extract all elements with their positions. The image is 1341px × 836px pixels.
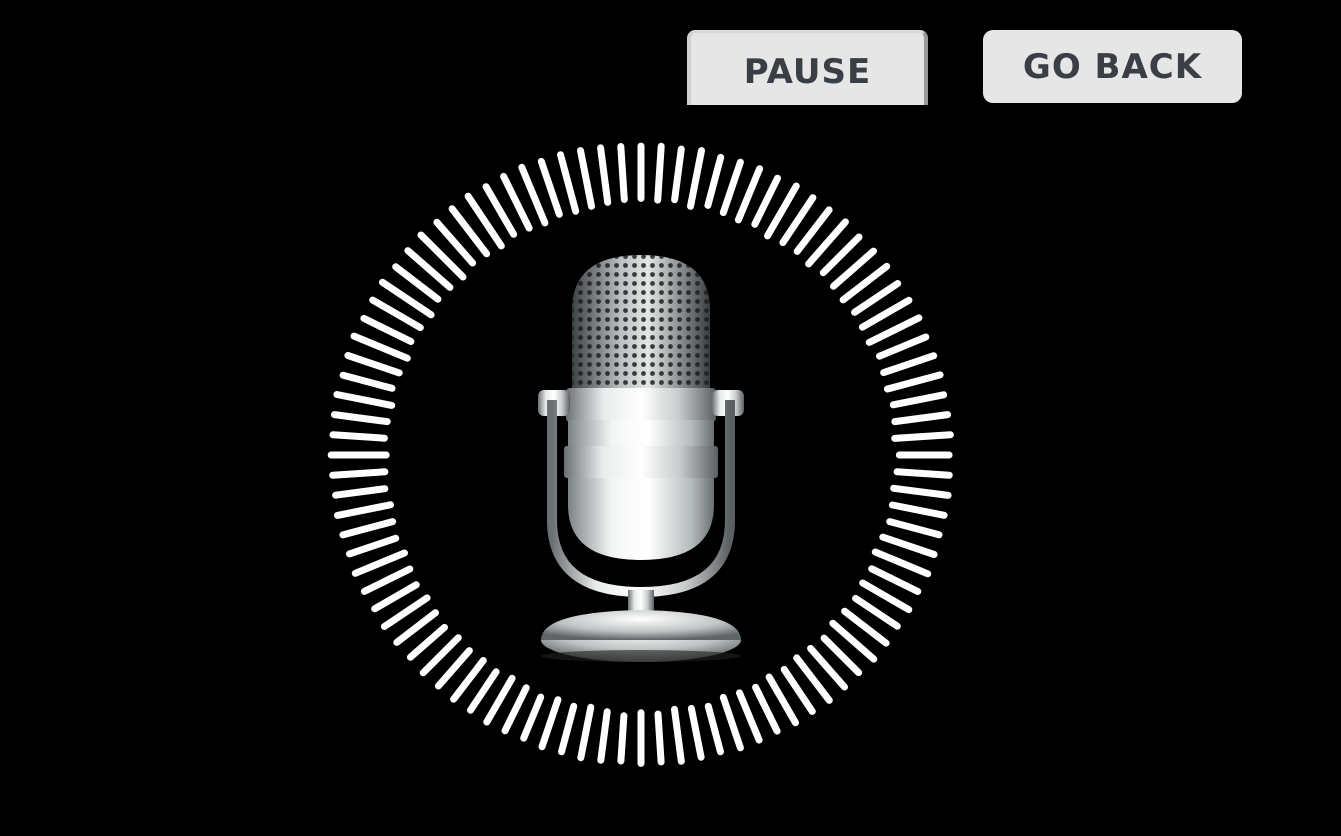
- visualizer-bar: [558, 702, 578, 756]
- visualizer-bar: [891, 431, 954, 442]
- visualizer-bar: [360, 565, 414, 595]
- visualizer-bar: [557, 151, 580, 215]
- visualizer-bar: [501, 684, 530, 735]
- visualizer-bar: [617, 143, 628, 203]
- visualizer-bar: [891, 411, 952, 426]
- visualizer-bar: [597, 708, 611, 764]
- recorder-screen: PAUSE GO BACK: [0, 0, 1341, 836]
- visualizer-bar: [734, 165, 764, 224]
- go-back-button[interactable]: GO BACK: [983, 30, 1242, 103]
- visualizer-bar: [871, 548, 932, 578]
- visualizer-bar: [339, 518, 397, 539]
- visualizer-bar: [330, 411, 391, 426]
- visualizer-bar: [719, 158, 744, 217]
- visualizer-bar: [883, 371, 944, 393]
- visualizer-bar: [879, 533, 938, 558]
- visualizer-bar: [329, 431, 388, 442]
- visualizer-bar: [346, 534, 400, 558]
- visualizer-bar: [654, 142, 665, 204]
- visualizer-bar: [351, 549, 408, 577]
- visualizer-bar: [752, 683, 781, 735]
- visualizer-bar: [577, 703, 595, 762]
- visualizer-bar: [751, 174, 781, 228]
- visualizer-bar: [538, 696, 562, 751]
- pause-button[interactable]: PAUSE: [687, 30, 928, 105]
- visualizer-bar: [886, 518, 943, 539]
- visualizer-bar: [868, 565, 922, 595]
- visualizer-bar: [704, 153, 725, 209]
- visualizer-bar: [329, 468, 389, 479]
- visualizer-bar: [719, 693, 744, 752]
- visualizer-bar: [597, 144, 612, 206]
- visualizer-bar: [344, 352, 403, 377]
- visualizer-bar: [704, 702, 724, 756]
- visualizer-bar: [671, 705, 685, 765]
- visualizer-bar: [339, 371, 396, 392]
- visualizer-bar: [876, 333, 930, 360]
- audio-visualizer: [327, 142, 954, 767]
- visualizer-bar: [617, 712, 628, 765]
- visualizer-bar: [537, 157, 563, 218]
- visualizer-bar: [888, 501, 948, 519]
- visualizer-bar: [333, 391, 396, 409]
- visualizer-bar: [890, 484, 952, 499]
- visualizer-bar: [889, 391, 948, 409]
- visualizer-bar: [577, 147, 595, 210]
- visualizer-bar: [671, 145, 685, 204]
- visualizer-bar: [654, 710, 665, 766]
- visualizer-bar: [334, 501, 394, 519]
- visualizer-bar: [687, 704, 705, 761]
- visualizer-bar: [736, 689, 763, 744]
- visualizer-bar: [520, 693, 545, 742]
- visualizer-bar: [880, 352, 938, 377]
- visualizer-bar: [687, 147, 705, 210]
- visualizer-bar: [332, 485, 389, 499]
- microphone-icon: [538, 255, 744, 662]
- visualizer-bar: [893, 468, 953, 479]
